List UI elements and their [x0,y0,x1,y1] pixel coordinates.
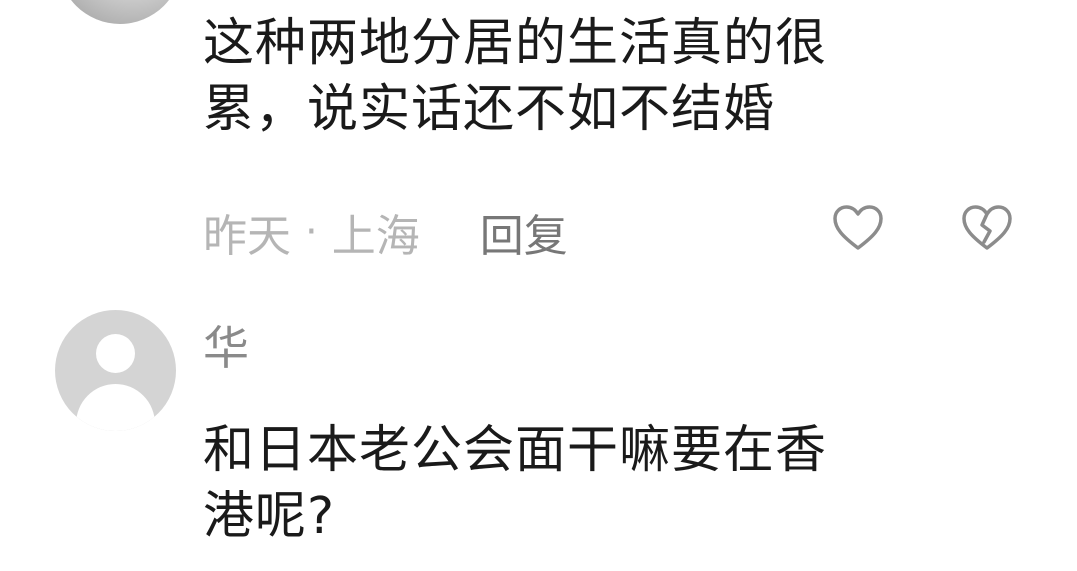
comment-text-line: 这种两地分居的生活真的很 [203,14,828,73]
comment-username[interactable]: 华 [203,318,249,378]
reply-button[interactable]: 回复 [480,200,568,264]
broken-heart-icon[interactable] [961,204,1013,252]
avatar-body-shape [76,384,155,431]
comment-text-line: 累，说实话还不如不结婚 [203,80,776,139]
avatar[interactable] [58,0,182,24]
comment-time: 昨天 [203,211,291,262]
meta-separator: · [305,209,318,255]
heart-outline-icon[interactable] [832,204,884,252]
comment-location: 上海 [331,211,420,262]
avatar-head-shape [96,334,135,373]
comment-feed: 这种两地分居的生活真的很 累，说实话还不如不结婚 昨天 · 上海 回复 华 和日… [0,0,1077,571]
comment-meta: 昨天 · 上海 回复 [203,202,568,262]
comment-text-line: 和日本老公会面干嘛要在香 [203,421,828,480]
comment-text-line: 港呢? [203,487,336,546]
comment-body: 和日本老公会面干嘛要在香 港呢? [203,418,1003,550]
avatar[interactable] [55,310,176,431]
comment-body: 这种两地分居的生活真的很 累，说实话还不如不结婚 [203,11,1003,143]
